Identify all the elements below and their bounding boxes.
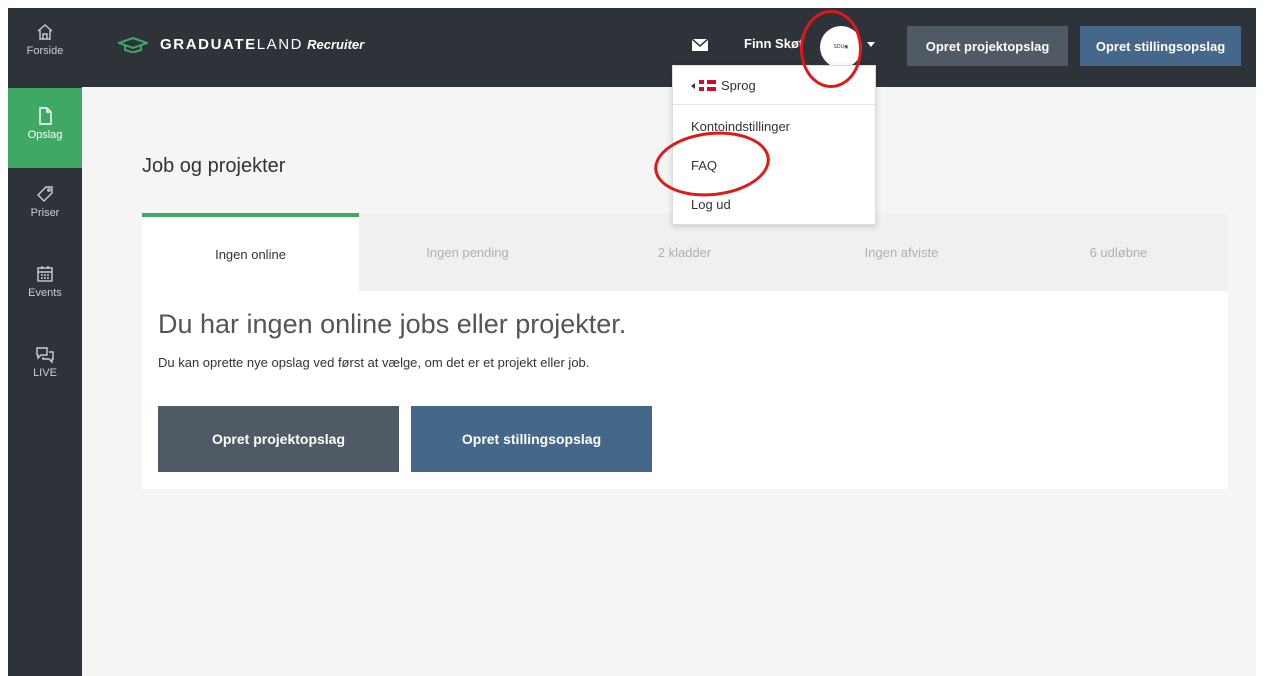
menu-item-language[interactable]: Sprog — [691, 78, 756, 93]
tab-online[interactable]: Ingen online — [142, 213, 359, 291]
avatar[interactable]: SDU◉ — [820, 26, 862, 68]
graduation-cap-icon — [118, 36, 148, 53]
sidebar: Forside Opslag Priser Events LIVE — [8, 8, 82, 676]
chevron-down-icon[interactable] — [867, 42, 875, 47]
menu-item-label: Sprog — [721, 78, 756, 93]
empty-state-title: Du har ingen online jobs eller projekter… — [158, 309, 627, 339]
sidebar-item-label: Opslag — [27, 129, 63, 141]
chat-bubbles-icon — [36, 347, 54, 364]
tab-expired[interactable]: 6 udløbne — [1010, 213, 1227, 291]
danish-flag-icon — [699, 80, 716, 91]
tag-icon — [37, 186, 53, 202]
menu-item-faq[interactable]: FAQ — [691, 158, 717, 173]
header-create-project-button[interactable]: Opret projektopslag — [907, 26, 1068, 66]
sidebar-item-opslag[interactable]: Opslag — [8, 88, 82, 168]
top-bar: GRADUATELAND Recruiter Finn Skøt SDU◉ Op… — [82, 8, 1256, 87]
mail-icon[interactable] — [692, 39, 708, 51]
sidebar-item-priser[interactable]: Priser — [8, 184, 82, 234]
create-job-button[interactable]: Opret stillingsopslag — [411, 406, 652, 472]
sidebar-item-events[interactable]: Events — [8, 264, 82, 314]
brand-name: GRADUATELAND — [160, 36, 304, 53]
sidebar-item-label: Forside — [26, 45, 64, 57]
sidebar-item-live[interactable]: LIVE — [8, 344, 82, 400]
document-icon — [39, 107, 52, 125]
menu-item-logout[interactable]: Log ud — [691, 197, 731, 212]
sidebar-item-label: Events — [28, 287, 62, 299]
empty-state-description: Du kan oprette nye opslag ved først at v… — [158, 355, 590, 370]
sidebar-item-label: Priser — [30, 207, 60, 219]
menu-item-account-settings[interactable]: Kontoindstillinger — [691, 119, 790, 134]
brand-recruiter: Recruiter — [307, 37, 365, 52]
user-dropdown-menu: Sprog Kontoindstillinger FAQ Log ud — [672, 65, 876, 225]
header-create-job-button[interactable]: Opret stillingsopslag — [1080, 26, 1241, 66]
menu-divider — [673, 104, 875, 105]
sidebar-item-label: LIVE — [33, 367, 57, 379]
page-title: Job og projekter — [142, 155, 286, 177]
user-name[interactable]: Finn Skøt — [744, 36, 803, 51]
tab-pending[interactable]: Ingen pending — [359, 213, 576, 291]
app-frame: Forside Opslag Priser Events LIVE GRADUA… — [8, 8, 1256, 676]
listings-panel: Ingen online Ingen pending 2 kladder Ing… — [142, 213, 1228, 489]
caret-left-icon — [691, 83, 695, 89]
sidebar-item-forside[interactable]: Forside — [8, 22, 82, 78]
create-project-button[interactable]: Opret projektopslag — [158, 406, 399, 472]
calendar-icon — [37, 266, 53, 282]
graduateland-logo[interactable]: GRADUATELAND Recruiter — [118, 36, 364, 53]
avatar-text: SDU◉ — [833, 44, 849, 50]
home-icon — [37, 24, 53, 40]
